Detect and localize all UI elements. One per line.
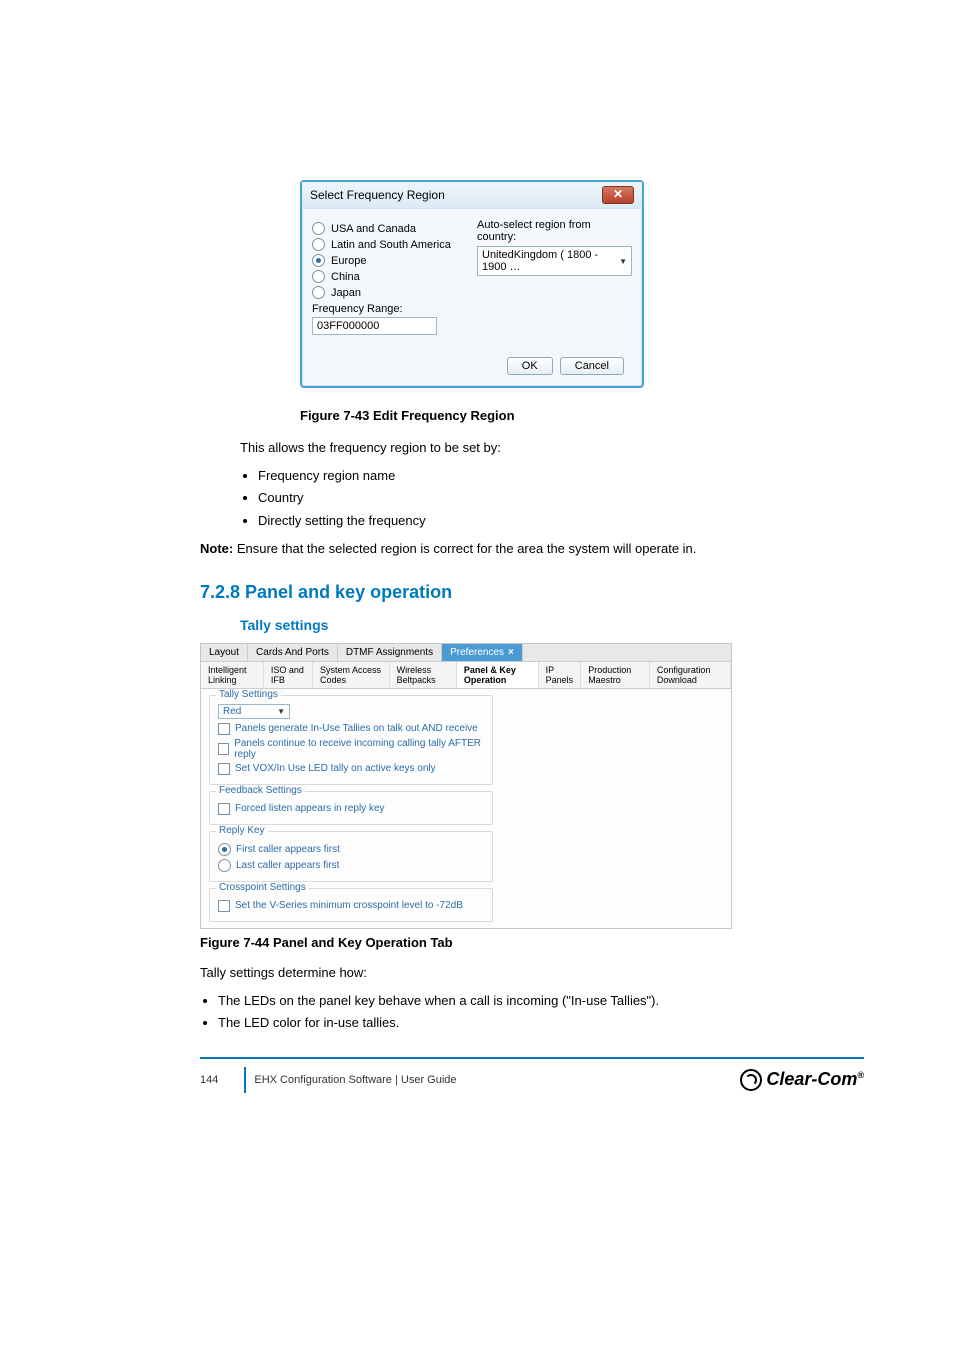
- group-title: Feedback Settings: [216, 785, 305, 796]
- subtab-wireless-beltpacks[interactable]: Wireless Beltpacks: [390, 662, 457, 688]
- radio-latin-south-america[interactable]: [312, 238, 325, 251]
- sub-tab-strip: Intelligent Linking ISO and IFB System A…: [201, 661, 731, 689]
- checkbox-inuse-tallies[interactable]: [218, 723, 230, 735]
- radio-label: Japan: [331, 287, 361, 299]
- section-heading: 7.2.8 Panel and key operation: [200, 582, 864, 603]
- note: Note: Ensure that the selected region is…: [200, 540, 864, 558]
- subtab-iso-and-ifb[interactable]: ISO and IFB: [264, 662, 313, 688]
- subtab-configuration-download[interactable]: Configuration Download: [650, 662, 731, 688]
- chevron-down-icon: ▼: [277, 707, 285, 716]
- radio-europe[interactable]: [312, 254, 325, 267]
- close-icon[interactable]: ✕: [602, 186, 634, 204]
- body-text: This allows the frequency region to be s…: [240, 439, 864, 457]
- dropdown-value: Red: [223, 706, 241, 717]
- checkbox-label: Panels continue to receive incoming call…: [234, 738, 484, 760]
- radio-japan[interactable]: [312, 286, 325, 299]
- radio-label: First caller appears first: [236, 844, 340, 855]
- radio-label: Europe: [331, 255, 366, 267]
- preferences-window: Layout Cards And Ports DTMF Assignments …: [200, 643, 732, 929]
- tab-layout[interactable]: Layout: [201, 644, 248, 661]
- close-icon[interactable]: ×: [508, 647, 514, 658]
- radio-first-caller-first[interactable]: [218, 843, 231, 856]
- tab-cards-and-ports[interactable]: Cards And Ports: [248, 644, 338, 661]
- group-tally-settings: Tally Settings Red ▼ Panels generate In-…: [209, 695, 493, 785]
- dialog-title-text: Select Frequency Region: [310, 188, 445, 202]
- tab-label: Preferences: [450, 647, 504, 658]
- checkbox-label: Set VOX/In Use LED tally on active keys …: [235, 763, 436, 774]
- list-item: The LED color for in-use tallies.: [218, 1014, 864, 1032]
- group-title: Reply Key: [216, 825, 268, 836]
- radio-label: China: [331, 271, 360, 283]
- ok-button[interactable]: OK: [507, 357, 553, 375]
- note-text: Ensure that the selected region is corre…: [233, 541, 696, 556]
- radio-last-caller-first[interactable]: [218, 859, 231, 872]
- tally-color-dropdown[interactable]: Red ▼: [218, 704, 290, 719]
- frequency-range-input[interactable]: 03FF000000: [312, 317, 437, 335]
- list-item: Directly setting the frequency: [258, 512, 864, 530]
- tab-dtmf-assignments[interactable]: DTMF Assignments: [338, 644, 442, 661]
- radio-label: Latin and South America: [331, 239, 451, 251]
- dropdown-value: UnitedKingdom ( 1800 - 1900 …: [482, 249, 619, 273]
- body-text: Tally settings determine how:: [200, 964, 864, 982]
- figure-caption: Figure 7-44 Panel and Key Operation Tab: [200, 935, 864, 950]
- radio-usa-canada[interactable]: [312, 222, 325, 235]
- top-tab-strip: Layout Cards And Ports DTMF Assignments …: [201, 644, 731, 661]
- footer-divider: [244, 1067, 246, 1093]
- tab-preferences[interactable]: Preferences ×: [442, 644, 523, 661]
- list-item: Frequency region name: [258, 467, 864, 485]
- subtab-system-access-codes[interactable]: System Access Codes: [313, 662, 390, 688]
- group-feedback-settings: Feedback Settings Forced listen appears …: [209, 791, 493, 825]
- page-number: 144: [200, 1074, 218, 1086]
- radio-label: USA and Canada: [331, 223, 416, 235]
- subtab-ip-panels[interactable]: IP Panels: [539, 662, 582, 688]
- checkbox-label: Panels generate In-Use Tallies on talk o…: [235, 723, 478, 734]
- tally-bullet-list: The LEDs on the panel key behave when a …: [200, 992, 864, 1032]
- group-title: Tally Settings: [216, 689, 281, 700]
- logo-text: Clear-Com®: [766, 1069, 864, 1090]
- radio-label: Last caller appears first: [236, 860, 339, 871]
- subtab-panel-key-operation[interactable]: Panel & Key Operation: [457, 662, 539, 688]
- region-bullet-list: Frequency region name Country Directly s…: [240, 467, 864, 530]
- figure-select-frequency-region: Select Frequency Region ✕ USA and Canada…: [300, 180, 864, 388]
- subsection-heading: Tally settings: [240, 617, 864, 633]
- logo-swirl-icon: [740, 1069, 762, 1091]
- cancel-button[interactable]: Cancel: [560, 357, 624, 375]
- figure-caption: Figure 7-43 Edit Frequency Region: [300, 408, 864, 423]
- figure-panel-key-operation: Layout Cards And Ports DTMF Assignments …: [200, 643, 864, 929]
- radio-china[interactable]: [312, 270, 325, 283]
- frequency-range-label: Frequency Range:: [312, 303, 459, 315]
- list-item: The LEDs on the panel key behave when a …: [218, 992, 864, 1010]
- checkbox-forced-listen-reply[interactable]: [218, 803, 230, 815]
- dialog-select-frequency-region: Select Frequency Region ✕ USA and Canada…: [300, 180, 644, 388]
- checkbox-vseries-min-crosspoint[interactable]: [218, 900, 230, 912]
- checkbox-label: Forced listen appears in reply key: [235, 803, 385, 814]
- checkbox-vox-inuse-led[interactable]: [218, 763, 230, 775]
- list-item: Country: [258, 489, 864, 507]
- chevron-down-icon: ▼: [619, 257, 627, 266]
- auto-select-region-label: Auto-select region from country:: [477, 219, 632, 243]
- group-reply-key: Reply Key First caller appears first Las…: [209, 831, 493, 882]
- subtab-production-maestro[interactable]: Production Maestro: [581, 662, 650, 688]
- doc-title: EHX Configuration Software | User Guide: [254, 1074, 456, 1086]
- group-crosspoint-settings: Crosspoint Settings Set the V-Series min…: [209, 888, 493, 922]
- group-title: Crosspoint Settings: [216, 882, 309, 893]
- page-footer: 144 EHX Configuration Software | User Gu…: [200, 1057, 864, 1093]
- checkbox-continue-calling-tally[interactable]: [218, 743, 229, 755]
- checkbox-label: Set the V-Series minimum crosspoint leve…: [235, 900, 463, 911]
- clear-com-logo: Clear-Com®: [740, 1069, 864, 1091]
- auto-select-country-dropdown[interactable]: UnitedKingdom ( 1800 - 1900 … ▼: [477, 246, 632, 276]
- subtab-intelligent-linking[interactable]: Intelligent Linking: [201, 662, 264, 688]
- note-label: Note:: [200, 541, 233, 556]
